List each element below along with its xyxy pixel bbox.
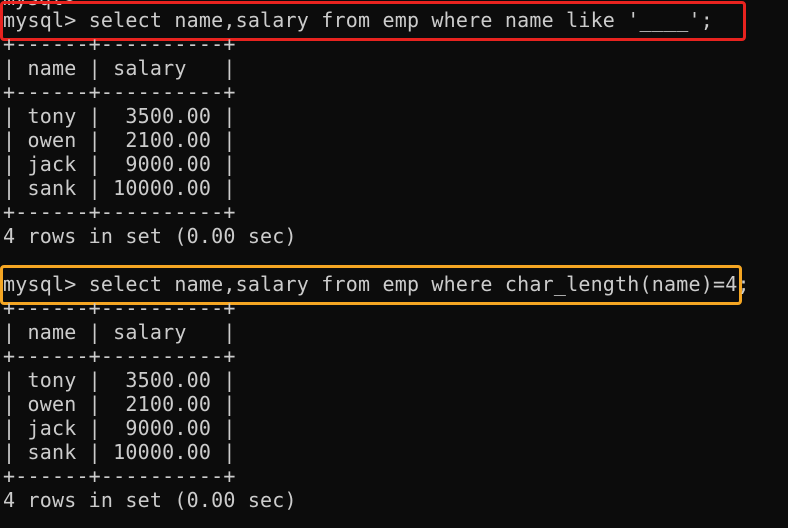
terminal-window[interactable]: mysql> mysql> select name,salary from em… [0, 0, 788, 528]
query2-command: select name,salary from emp where char_l… [88, 272, 750, 296]
query2-table-row: | sank | 10000.00 | [3, 440, 236, 464]
query1-command-line: mysql> select name,salary from emp where… [3, 8, 713, 32]
query1-table-row: | tony | 3500.00 | [3, 104, 236, 128]
query1-table-header: | name | salary | [3, 56, 236, 80]
query1-result-summary: 4 rows in set (0.00 sec) [3, 224, 297, 248]
query2-prompt: mysql> [3, 272, 89, 296]
query1-table-row: | jack | 9000.00 | [3, 152, 236, 176]
query2-table-border-top: +------+----------+ [3, 296, 236, 320]
query1-command: select name,salary from emp where name l… [88, 8, 713, 32]
query1-table-row: | sank | 10000.00 | [3, 176, 236, 200]
query2-table-row: | jack | 9000.00 | [3, 416, 236, 440]
query1-table-row: | owen | 2100.00 | [3, 128, 236, 152]
query2-table-border-bottom: +------+----------+ [3, 464, 236, 488]
query1-prompt: mysql> [3, 8, 89, 32]
query2-table-row: | owen | 2100.00 | [3, 392, 236, 416]
query2-command-line: mysql> select name,salary from emp where… [3, 272, 750, 296]
query2-table-row: | tony | 3500.00 | [3, 368, 236, 392]
query2-result-summary: 4 rows in set (0.00 sec) [3, 488, 297, 512]
query2-table-header: | name | salary | [3, 320, 236, 344]
query1-table-border-mid: +------+----------+ [3, 80, 236, 104]
query2-table-border-mid: +------+----------+ [3, 344, 236, 368]
query1-table-border-bottom: +------+----------+ [3, 200, 236, 224]
query1-table-border-top: +------+----------+ [3, 32, 236, 56]
